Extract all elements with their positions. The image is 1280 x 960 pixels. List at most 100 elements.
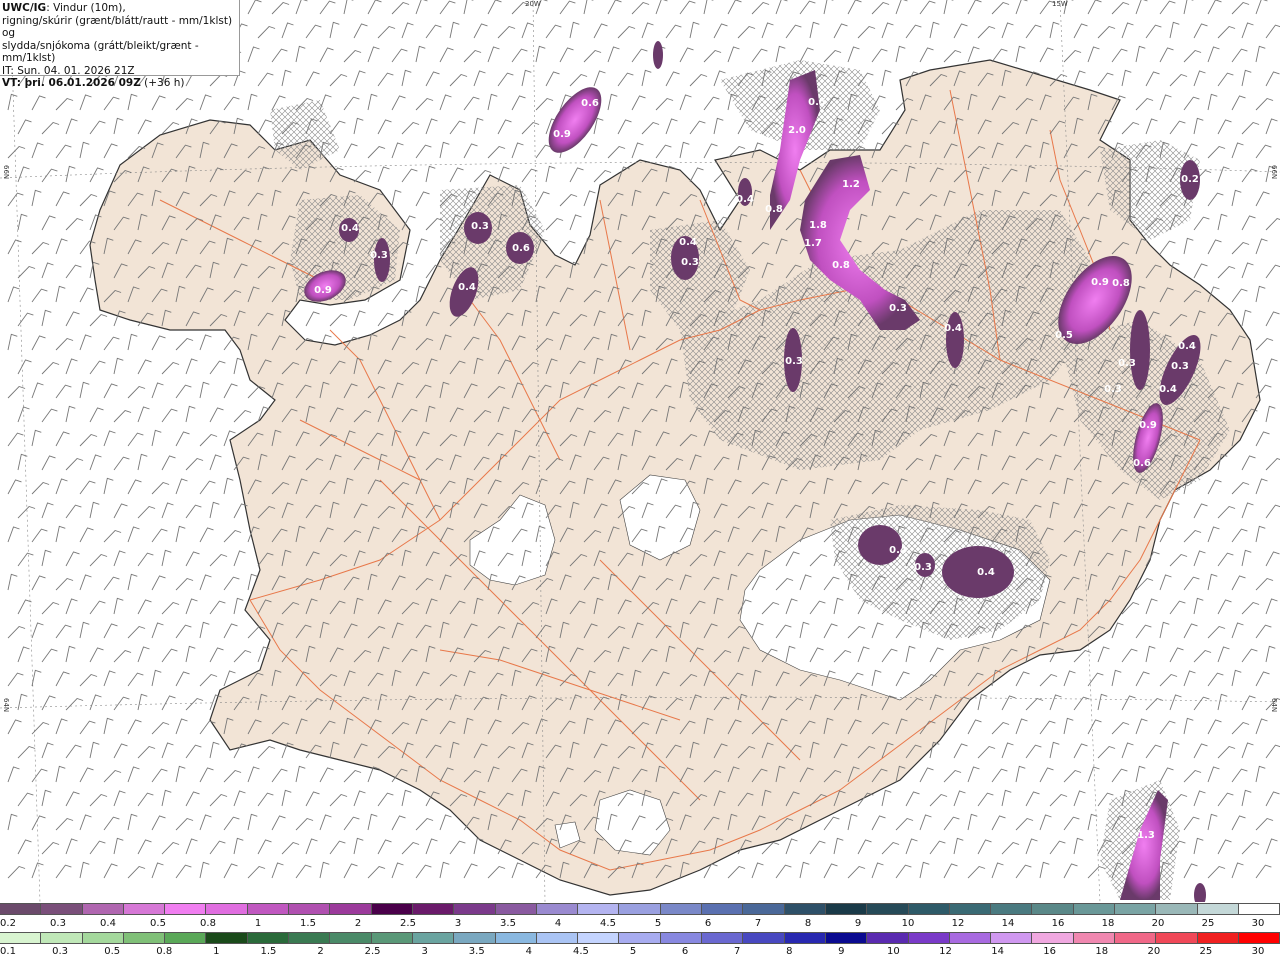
wind-barb (319, 47, 334, 63)
wind-barb (1241, 215, 1256, 231)
precip-label: 0.3 (681, 257, 699, 268)
scale-label: 1 (254, 918, 262, 929)
wind-barb (319, 814, 332, 831)
wind-barb (79, 814, 92, 831)
wind-barb (79, 193, 98, 207)
scale-label: 2 (354, 918, 362, 929)
wind-barb (113, 837, 124, 855)
scale-swatch (1115, 904, 1157, 914)
scale-label: 12 (939, 946, 952, 957)
wind-barb (583, 143, 598, 159)
wind-barb (1217, 552, 1234, 567)
wind-barb (1255, 45, 1266, 63)
info-initial-time: IT: Sun. 04. 01. 2026 21Z (2, 64, 135, 77)
wind-barb (1097, 745, 1116, 759)
wind-barb (1255, 337, 1274, 351)
scale-swatch (0, 933, 42, 943)
wind-barb (401, 69, 412, 87)
wind-barb (343, 0, 354, 15)
wind-barb (727, 865, 746, 879)
iceland-landmass (89, 59, 1261, 896)
wind-barb (713, 23, 728, 39)
wind-barb (1255, 285, 1266, 303)
wind-barb (343, 769, 362, 783)
wind-barb (223, 529, 242, 543)
wind-barb (665, 118, 678, 135)
wind-barb (137, 745, 156, 759)
wind-barb (1217, 25, 1236, 39)
forecast-info-box: UWC/IG: Vindur (10m), rigning/skúrir (gr… (0, 0, 240, 89)
wind-barb (1217, 213, 1228, 231)
wind-barb (1121, 22, 1134, 39)
precip-label: 0.3 (1104, 384, 1122, 395)
wind-barb (31, 288, 48, 303)
precip-label: 0.4 (977, 567, 995, 578)
wind-barb (353, 117, 364, 135)
wind-barb (977, 693, 988, 711)
scale-swatch (743, 904, 785, 914)
wind-barb (1217, 693, 1228, 711)
wind-barb (199, 381, 210, 399)
rain-scale-labels: 0.1 0.3 0.5 0.8 1 1.5 2 2.5 3 3.5 4 4.5 5 6 7 8 9 10 12 14 1… (0, 946, 1280, 958)
wind-barb (1039, 720, 1056, 735)
scale-swatch (578, 933, 620, 943)
wind-barb (209, 741, 220, 759)
wind-barb (1241, 695, 1256, 711)
wind-barb (703, 96, 720, 111)
wind-barb (353, 837, 364, 855)
wind-barb (1183, 96, 1200, 111)
wind-barb (1265, 217, 1280, 231)
scale-label: 4.5 (600, 918, 616, 929)
precip-label: 1.2 (842, 179, 860, 190)
wind-barb (7, 719, 22, 735)
wind-barb (103, 717, 114, 735)
scale-label: 20 (1151, 918, 1165, 929)
wind-barb (415, 97, 434, 111)
wind-barb (1255, 864, 1272, 879)
wind-barb (1159, 94, 1172, 111)
precip-label: 0.5 (1055, 330, 1073, 341)
wind-barb (257, 119, 272, 135)
lat-label-64n-left: 64N (2, 698, 10, 713)
wind-barb (65, 744, 82, 759)
wind-barb (1111, 669, 1122, 687)
wind-barb (1025, 838, 1038, 855)
wind-barb (823, 816, 840, 831)
wind-barb (1265, 744, 1280, 759)
wind-barb (713, 117, 724, 135)
wind-barb (65, 457, 84, 471)
wind-barb (281, 789, 292, 807)
wind-barb (569, 214, 582, 231)
wind-barb (1231, 768, 1248, 783)
wind-barb (65, 598, 78, 615)
scale-label: 7 (733, 946, 741, 957)
wind-barb (31, 669, 42, 687)
wind-barb (425, 838, 438, 855)
wind-barb (1231, 669, 1242, 687)
wind-barb (1241, 841, 1260, 855)
wind-barb (17, 213, 28, 231)
wind-barb (1073, 790, 1086, 807)
wind-barb (151, 429, 162, 447)
wind-barb (55, 337, 74, 351)
wind-barb (209, 553, 228, 567)
wind-barb (233, 649, 252, 663)
wind-barb (103, 477, 114, 495)
wind-barb (247, 46, 260, 63)
precip-label: 0.3 (889, 303, 907, 314)
wind-barb (41, 309, 52, 327)
wind-barb (377, 166, 390, 183)
wind-barb (103, 383, 118, 399)
wind-barb (151, 575, 166, 591)
wind-barb (1207, 766, 1220, 783)
wind-barb (103, 96, 120, 111)
wind-barb (967, 813, 978, 831)
wind-barb (463, 49, 482, 63)
wind-barb (1159, 0, 1176, 15)
wind-barb (41, 742, 54, 759)
scale-swatch (1238, 933, 1280, 943)
wind-barb (65, 165, 76, 183)
wind-barb (1039, 814, 1052, 831)
wind-barb (919, 861, 930, 879)
scale-swatch (330, 904, 372, 914)
